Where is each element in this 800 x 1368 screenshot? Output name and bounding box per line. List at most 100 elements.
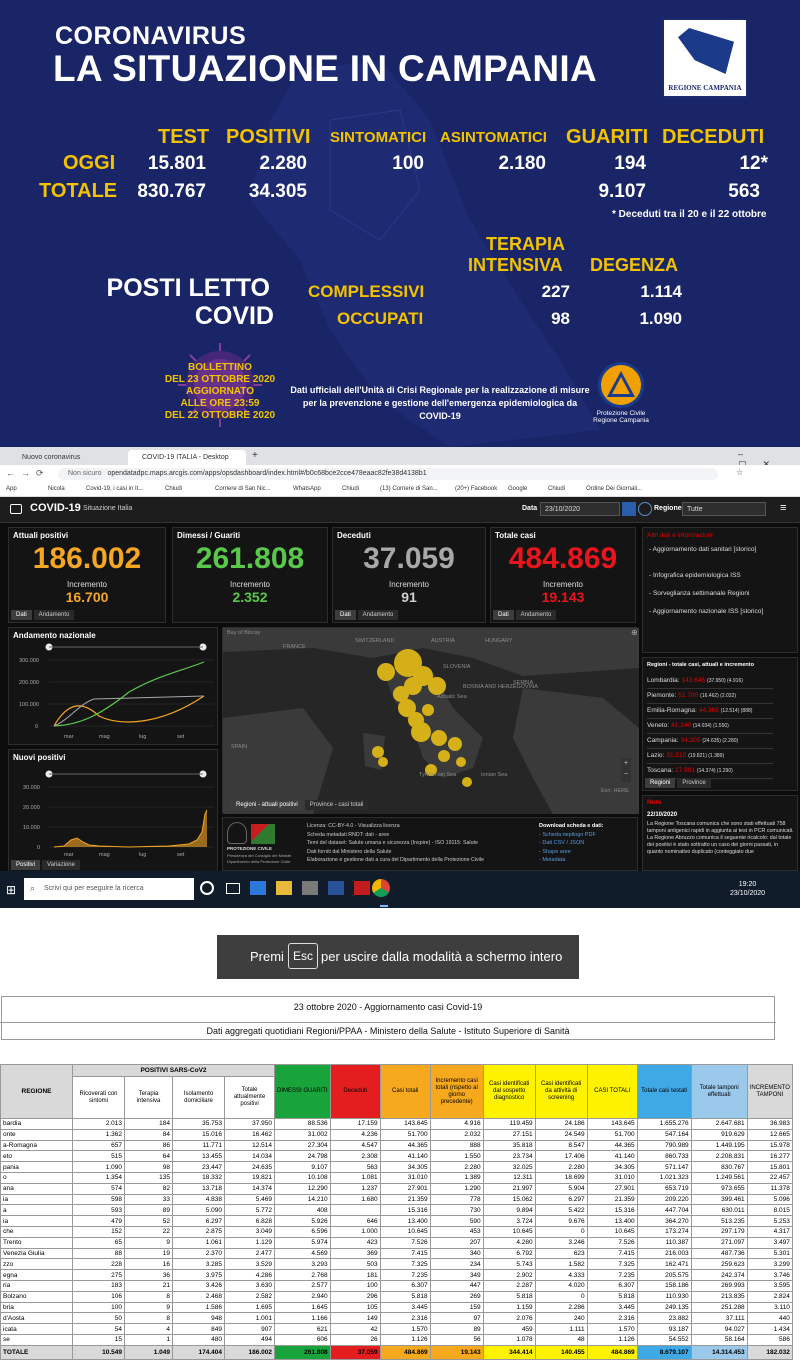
region-row[interactable]: Emilia-Romagna: 44.365 (12.514) (888) (647, 704, 773, 719)
tab-province-casi[interactable]: Province - casi totali (304, 800, 369, 810)
tab-covid-italia[interactable]: COVID-19 ITALIA - Desktop (128, 450, 246, 465)
menu-icon[interactable]: ≡ (780, 502, 786, 514)
windows-start-icon[interactable]: ⊞ (6, 883, 16, 897)
tab-andamento[interactable]: Andamento (357, 610, 399, 620)
taskbar-search[interactable]: ⌕ Scrivi qui per eseguire la ricerca (24, 878, 194, 900)
table-cell: 149 (329, 1312, 381, 1325)
header-group-positivi: POSITIVI SARS-CoV2 (72, 1064, 275, 1077)
table-cell: 143.645 (379, 1118, 431, 1130)
esc-key[interactable]: Esc (288, 943, 319, 969)
bookmark-item[interactable]: Corriere di San Nic... (215, 486, 271, 492)
licence-line[interactable]: Licenza: CC-BY-4.0 - Visualizza licenza (307, 822, 484, 831)
taskbar-clock[interactable]: 19:20 23/10/2020 (730, 880, 765, 898)
tab-andamento[interactable]: Andamento (33, 610, 75, 620)
table-cell: 44.365 (586, 1139, 638, 1152)
sidebar-link[interactable]: - Sorveglianza settimanale Regioni (649, 590, 749, 598)
table-cell: 14.314.453 (690, 1344, 748, 1360)
region-row[interactable]: Toscana: 27.901 (14.374) (1.290) (647, 764, 773, 779)
y-tick: 100.000 (19, 702, 39, 708)
tab-variazione[interactable]: Variazione (42, 860, 80, 870)
pdf-icon[interactable] (354, 881, 370, 895)
tab-dati[interactable]: Dati (335, 610, 356, 620)
map-panel[interactable]: FRANCE SWITZERLAND AUSTRIA HUNGARY SLOVE… (222, 627, 639, 814)
region-total: 143.645 (681, 677, 706, 684)
sidebar-link[interactable]: - Aggiornamento nazionale ISS [storico] (649, 608, 789, 616)
bookmark-item[interactable]: Nicola (48, 486, 65, 492)
tab-andamento[interactable]: Andamento (515, 610, 557, 620)
word-icon[interactable] (328, 881, 344, 895)
header-ti: Terapia intensiva (124, 1076, 173, 1119)
tab-province[interactable]: Province (677, 778, 711, 788)
tab-positivi[interactable]: Positivi (11, 860, 41, 870)
download-link[interactable]: - Scheda riepilogo PDF (539, 831, 603, 840)
header-screening: Casi identificati da attività di screeni… (534, 1064, 588, 1119)
table-cell: 6.792 (482, 1247, 536, 1260)
protezione-civile-logo (598, 362, 644, 408)
table-cell: 4.286 (224, 1269, 275, 1281)
store-icon[interactable] (302, 881, 318, 895)
tab-nuovo-coronavirus[interactable]: Nuovo coronavirus (8, 450, 118, 465)
bookmark-item[interactable]: Google (508, 486, 527, 492)
region-row[interactable]: Veneto: 41.140 (14.034) (1.550) (647, 719, 773, 734)
card-inc-value: 91 (401, 589, 417, 605)
download-link[interactable]: - Shape aree (539, 848, 603, 857)
y-tick: 0 (35, 724, 38, 730)
table-cell: 3.445 (586, 1301, 638, 1314)
table-cell: 1.434 (746, 1323, 793, 1335)
edge-icon[interactable] (250, 881, 266, 895)
licence-line[interactable]: Scheda metadati RNDT: dati - aree (307, 831, 484, 840)
date-field[interactable]: 23/10/2020 (540, 502, 620, 516)
sidebar-link[interactable]: - Infografica epidemiologica ISS (649, 572, 741, 580)
tab-regioni-attuali[interactable]: Regioni - attuali positivi (231, 800, 303, 810)
sidebar-link[interactable]: - Aggiornamento dati sanitari [storico] (649, 546, 789, 554)
region-row[interactable]: Lombardia: 143.645 (37.950) (4.916) (647, 674, 773, 689)
clock-icon[interactable] (638, 502, 652, 516)
tab-dati[interactable]: Dati (493, 610, 514, 620)
task-view-icon[interactable] (226, 883, 240, 894)
table-cell: 159 (429, 1301, 484, 1314)
bookmark-item[interactable]: (20+) Facebook (455, 486, 497, 492)
date-label: Data (522, 505, 538, 512)
table-row: Venezia Giulia 88 19 2.370 2.477 4.569 369 7.41… (0, 1247, 793, 1260)
table-cell: 2.286 (534, 1301, 588, 1314)
bookmark-item[interactable]: Ordine Dei Giornali... (586, 486, 642, 492)
calendar-icon[interactable] (622, 502, 636, 516)
table-cell: 3.049 (224, 1225, 275, 1238)
new-tab-icon[interactable]: + (252, 450, 258, 461)
file-explorer-icon[interactable] (276, 881, 292, 895)
bookmark-item[interactable]: Chiudi (165, 486, 182, 492)
licence-line[interactable]: Temi del dataset: Salute umana e sicurez… (307, 839, 484, 848)
cortana-icon[interactable] (200, 881, 214, 895)
tab-regioni[interactable]: Regioni (645, 778, 676, 788)
download-link[interactable]: - Metadata (539, 856, 603, 865)
region-row[interactable]: Lazio: 31.010 (19.821) (1.389) (647, 749, 773, 764)
url-field[interactable]: Non sicuro opendatadpc.maps.arcgis.com/ap… (58, 468, 718, 480)
tab-dati[interactable]: Dati (11, 610, 32, 620)
star-icon[interactable]: ☆ (736, 468, 743, 477)
bookmark-item[interactable]: Covid-19, i casi in It... (86, 486, 143, 492)
bookmark-item[interactable]: App (6, 486, 17, 492)
official-line: per la prevenzione e gestione dell'emerg… (302, 398, 578, 421)
region-row[interactable]: Campania: 34.305 (24.635) (2.280) (647, 734, 773, 749)
table-cell (329, 1204, 381, 1217)
zoom-controls-icon[interactable]: + − (621, 758, 631, 782)
beds-title-2: COVID (194, 302, 274, 330)
bookmark-item[interactable]: Chiudi (342, 486, 359, 492)
table-cell: 5.818 (586, 1290, 638, 1303)
region-select[interactable]: Tutte (682, 502, 766, 516)
cell-region: bria (0, 1301, 73, 1314)
italy-map[interactable]: FRANCE SWITZERLAND AUSTRIA HUNGARY SLOVE… (223, 628, 639, 814)
chrome-icon[interactable] (372, 879, 390, 897)
table-cell: 4.916 (429, 1118, 484, 1130)
bookmark-item[interactable]: WhatsApp (293, 486, 321, 492)
region-row[interactable]: Piemonte: 51.700 (16.462) (2.032) (647, 689, 773, 704)
nav-arrows-icon[interactable]: ←→⟳ (6, 468, 50, 479)
expand-icon[interactable]: ⊕ (631, 628, 638, 637)
download-link[interactable]: - Dati CSV / JSON (539, 839, 603, 848)
bookmark-item[interactable]: Chiudi (548, 486, 565, 492)
clock-time: 19:20 (738, 881, 757, 888)
beds-row2-deg: 1.090 (639, 309, 682, 328)
region-total: 51.700 (678, 692, 699, 699)
bookmark-item[interactable]: (13) Corriere di San... (380, 486, 438, 492)
table-row: se 15 1 480 494 606 26 1.126 56 1.078 48 1.126 54.55… (0, 1333, 793, 1346)
